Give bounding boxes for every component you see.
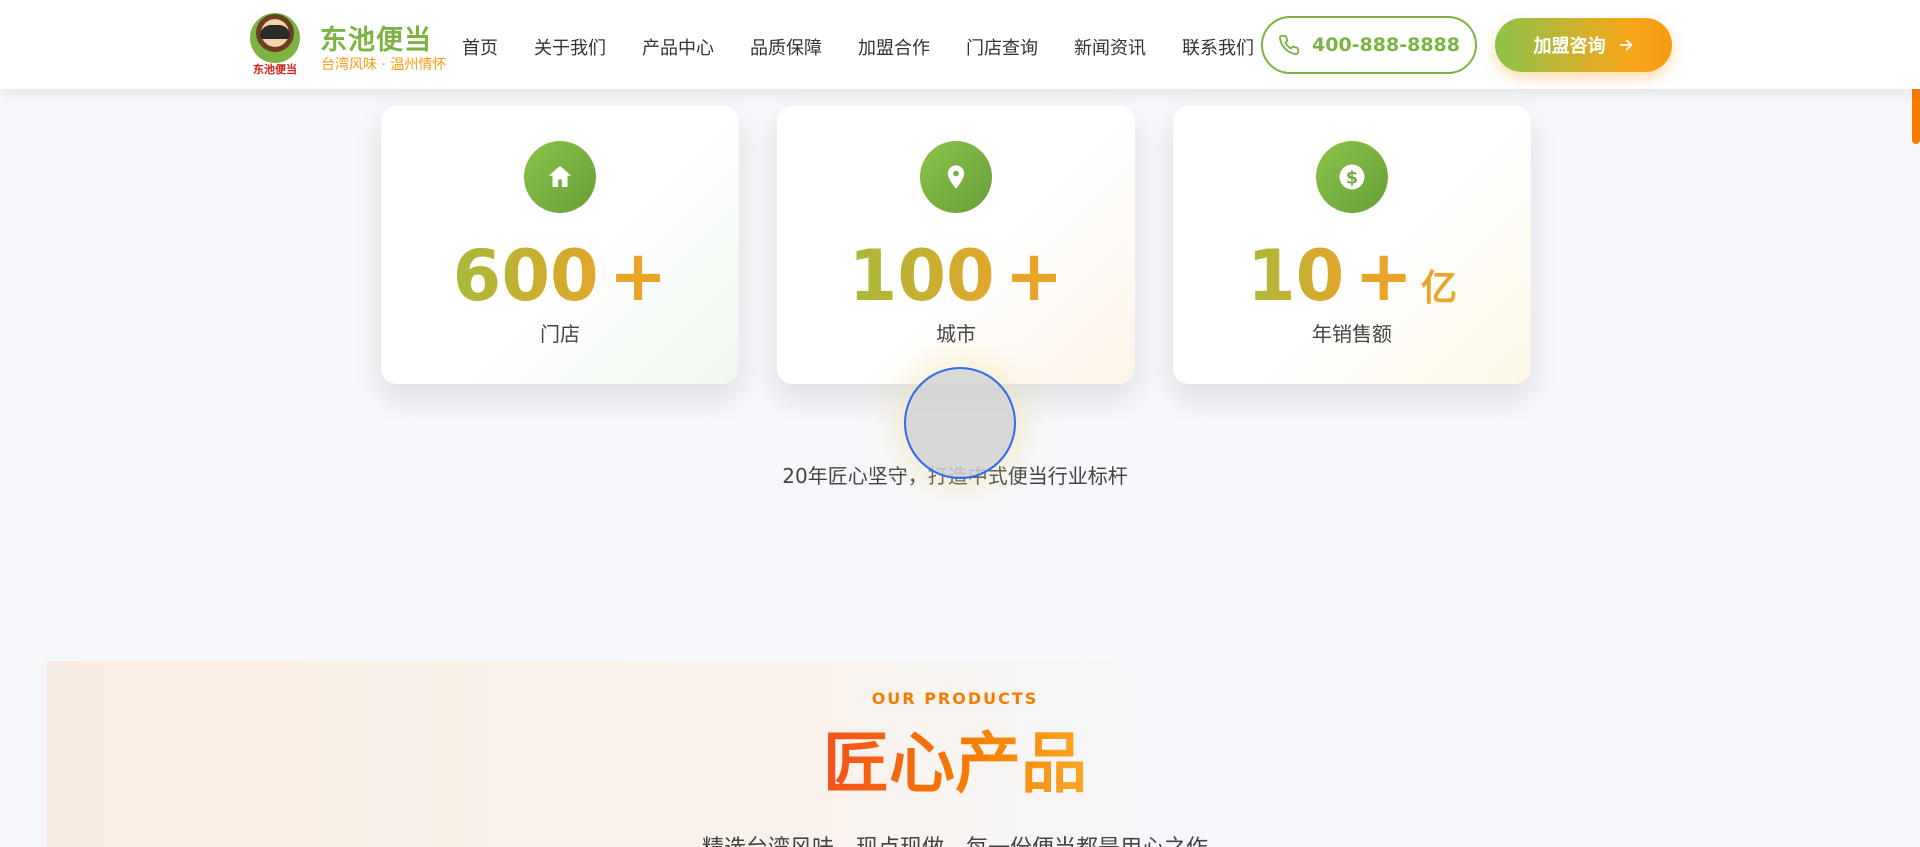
stat-label: 门店: [540, 322, 580, 346]
stat-value: 10 + 亿: [1246, 235, 1458, 317]
brand-tagline: 台湾风味 · 温州情怀: [321, 57, 447, 73]
dollar-icon: $: [1316, 141, 1388, 213]
stat-card-cities: 100 + 城市: [777, 106, 1135, 384]
stat-label: 年销售额: [1312, 322, 1392, 346]
site-header: 东池便当 东池便当 台湾风味 · 温州情怀 首页 关于我们 产品中心 品质保障 …: [0, 0, 1920, 89]
franchise-inquiry-button[interactable]: 加盟咨询: [1495, 18, 1672, 72]
home-icon: [524, 141, 596, 213]
phone-number: 400-888-8888: [1312, 34, 1460, 56]
nav-item-home[interactable]: 首页: [462, 34, 498, 60]
nav-item-products[interactable]: 产品中心: [642, 34, 714, 60]
svg-text:$: $: [1346, 168, 1358, 188]
stat-card-stores: 600 + 门店: [381, 106, 739, 384]
page-scrollbar[interactable]: [1910, 0, 1920, 847]
main-nav: 首页 关于我们 产品中心 品质保障 加盟合作 门店查询 新闻资讯 联系我们: [462, 34, 1254, 60]
phone-button[interactable]: 400-888-8888: [1261, 16, 1477, 74]
arrow-right-icon: [1619, 39, 1632, 51]
franchise-inquiry-label: 加盟咨询: [1533, 36, 1606, 57]
brand-logo[interactable]: [250, 13, 300, 63]
stat-value: 600 +: [452, 235, 668, 317]
products-title: 匠心产品: [823, 725, 1087, 802]
products-eyebrow: OUR PRODUCTS: [871, 689, 1039, 708]
nav-item-news[interactable]: 新闻资讯: [1074, 34, 1146, 60]
location-pin-icon: [920, 141, 992, 213]
stat-card-revenue: $ 10 + 亿 年销售额: [1173, 106, 1531, 384]
phone-icon: [1279, 34, 1300, 55]
stat-value: 100 +: [848, 235, 1064, 317]
nav-item-about[interactable]: 关于我们: [534, 34, 606, 60]
nav-item-contact[interactable]: 联系我们: [1182, 34, 1254, 60]
nav-item-quality[interactable]: 品质保障: [750, 34, 822, 60]
products-subtitle: 精选台湾风味，现点现做，每一份便当都是用心之作: [0, 830, 1910, 847]
stat-label: 城市: [936, 322, 976, 346]
brand-logo-text: 东池便当: [253, 63, 297, 76]
cursor-highlight: [904, 367, 1016, 479]
brand-name[interactable]: 东池便当: [320, 18, 432, 57]
nav-item-franchise[interactable]: 加盟合作: [858, 34, 930, 60]
nav-item-stores[interactable]: 门店查询: [966, 34, 1038, 60]
